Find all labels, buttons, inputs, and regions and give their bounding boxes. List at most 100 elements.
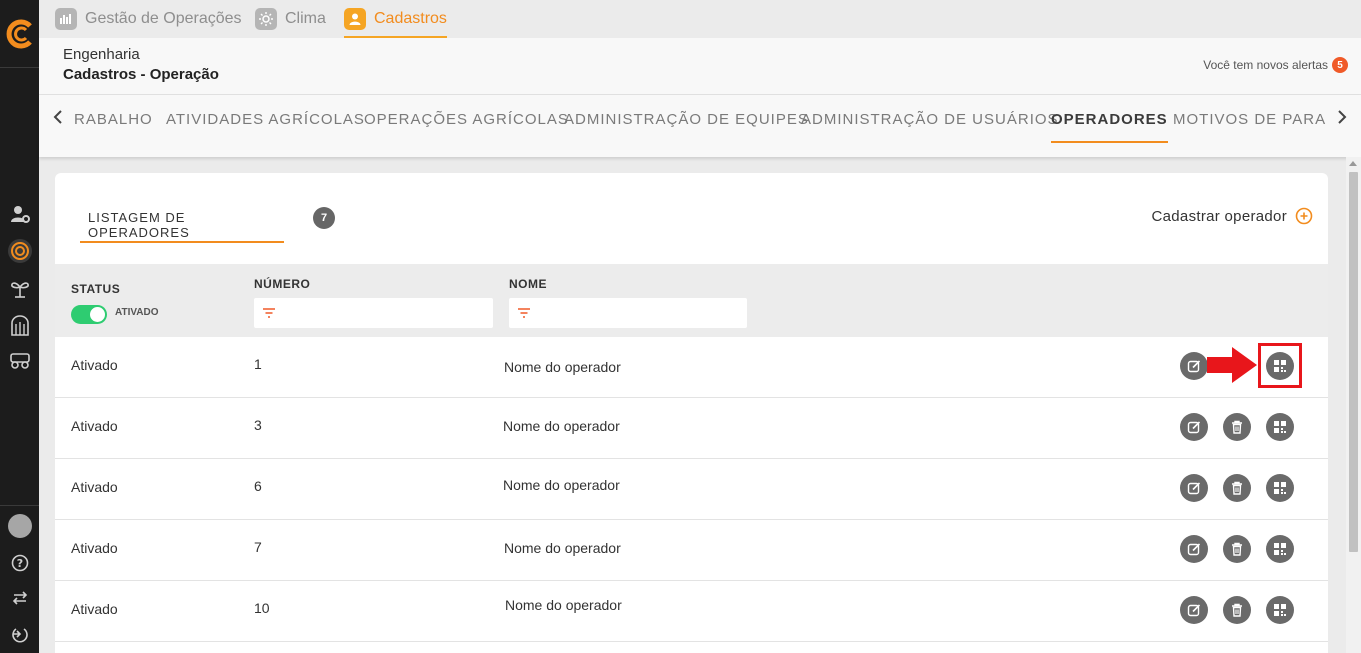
alerts-link[interactable]: Você tem novos alertas 5	[1203, 57, 1348, 73]
silo-icon[interactable]	[4, 310, 35, 340]
filter-icon	[518, 308, 530, 318]
table-row: Ativado 7 Nome do operador	[55, 520, 1328, 581]
alerts-text: Você tem novos alertas	[1203, 58, 1328, 72]
user-settings-icon[interactable]	[4, 199, 35, 229]
plus-circle-icon	[1295, 207, 1313, 225]
section-tabs: RABALHO ATIVIDADES AGRÍCOLAS OPERAÇÕES A…	[39, 95, 1361, 157]
row-nome: Nome do operador	[505, 597, 622, 613]
tab-operadores[interactable]: OPERADORES	[1051, 95, 1168, 143]
qr-code-icon	[1274, 604, 1286, 616]
qr-code-button[interactable]	[1266, 474, 1294, 502]
breadcrumb-parent[interactable]: Engenharia	[63, 46, 140, 63]
logout-icon[interactable]	[4, 619, 35, 649]
table-row: Ativado 3 Nome do operador	[55, 398, 1328, 459]
annotation-highlight-box	[1258, 343, 1302, 388]
row-nome: Nome do operador	[503, 418, 620, 434]
edit-button[interactable]	[1180, 474, 1208, 502]
left-rail: ?	[0, 0, 39, 653]
edit-icon	[1187, 421, 1201, 434]
tab-administracao-usuarios[interactable]: ADMINISTRAÇÃO DE USUÁRIOS	[801, 95, 1059, 143]
module-tab-cadastros[interactable]: Cadastros	[344, 0, 447, 38]
filter-icon	[263, 308, 275, 318]
edit-icon	[1187, 604, 1201, 617]
trash-icon	[1232, 542, 1242, 556]
row-status: Ativado	[71, 601, 118, 617]
row-numero: 1	[254, 356, 262, 372]
delete-button[interactable]	[1223, 474, 1251, 502]
trash-icon	[1232, 603, 1242, 617]
trash-icon	[1232, 420, 1242, 434]
tab-administracao-equipes[interactable]: ADMINISTRAÇÃO DE EQUIPES	[564, 95, 809, 143]
qr-code-icon	[1274, 543, 1286, 555]
row-status: Ativado	[71, 540, 118, 556]
alerts-badge: 5	[1332, 57, 1348, 73]
tab-operacoes-agricolas[interactable]: OPERAÇÕES AGRÍCOLAS	[364, 95, 569, 143]
delete-button[interactable]	[1223, 535, 1251, 563]
edit-button[interactable]	[1180, 352, 1208, 380]
table-row: Ativado 10 Nome do operador	[55, 581, 1328, 642]
add-operator-button[interactable]: Cadastrar operador	[1152, 207, 1313, 225]
sun-icon	[255, 8, 277, 30]
scrollbar-thumb[interactable]	[1349, 172, 1358, 552]
qr-code-button[interactable]	[1266, 413, 1294, 441]
scroll-up-arrow[interactable]	[1349, 161, 1357, 166]
row-numero: 6	[254, 478, 262, 494]
chevron-right-icon[interactable]	[1332, 107, 1352, 127]
svg-text:?: ?	[16, 557, 22, 570]
row-nome: Nome do operador	[503, 477, 620, 493]
edit-button[interactable]	[1180, 535, 1208, 563]
edit-button[interactable]	[1180, 413, 1208, 441]
nome-filter-input[interactable]	[509, 298, 747, 328]
delete-button[interactable]	[1223, 596, 1251, 624]
app-logo[interactable]	[0, 0, 39, 68]
column-header-status: STATUS	[71, 282, 121, 296]
row-numero: 10	[254, 600, 270, 616]
help-icon[interactable]: ?	[4, 548, 35, 578]
row-nome: Nome do operador	[504, 540, 621, 556]
avatar[interactable]	[4, 511, 35, 541]
plant-icon[interactable]	[4, 273, 35, 303]
user-icon	[344, 8, 366, 30]
row-numero: 3	[254, 417, 262, 433]
module-tab-label: Gestão de Operações	[85, 10, 242, 27]
edit-icon	[1187, 360, 1201, 373]
table-row: Ativado 6 Nome do operador	[55, 459, 1328, 520]
numero-filter-input[interactable]	[254, 298, 493, 328]
tractor-icon[interactable]	[4, 345, 35, 375]
edit-icon	[1187, 482, 1201, 495]
qr-code-icon	[1274, 482, 1286, 494]
module-tabs: Gestão de Operações Clima Cadastros	[39, 0, 1361, 38]
row-numero: 7	[254, 539, 262, 555]
target-icon[interactable]	[4, 236, 35, 266]
chevron-left-icon[interactable]	[48, 107, 68, 127]
table-row: Ativado 1 Nome do operador	[55, 337, 1328, 398]
tab-atividades-agricolas[interactable]: ATIVIDADES AGRÍCOLAS	[166, 95, 365, 143]
trash-icon	[1232, 481, 1242, 495]
annotation-arrow-icon	[1207, 347, 1257, 383]
tab-motivos-de-parada[interactable]: MOTIVOS DE PARADA	[1173, 95, 1327, 143]
tab-trabalho[interactable]: RABALHO	[74, 95, 153, 143]
qr-code-icon	[1274, 421, 1286, 433]
module-tab-gestao[interactable]: Gestão de Operações	[55, 0, 242, 38]
qr-code-button[interactable]	[1266, 596, 1294, 624]
operators-count-badge: 7	[313, 207, 335, 229]
status-toggle-label: ATIVADO	[115, 307, 159, 318]
column-header-nome: NOME	[509, 277, 547, 291]
chart-icon	[55, 8, 77, 30]
module-tab-label: Cadastros	[374, 10, 447, 27]
page-scrollbar[interactable]	[1346, 157, 1361, 653]
edit-button[interactable]	[1180, 596, 1208, 624]
add-operator-label: Cadastrar operador	[1151, 207, 1287, 225]
logo-icon	[6, 19, 32, 48]
module-tab-label: Clima	[285, 10, 326, 27]
table-header: STATUS ATIVADO NÚMERO NOME	[55, 264, 1328, 337]
tab-listagem-operadores[interactable]: LISTAGEM DE OPERADORES	[80, 201, 284, 243]
status-toggle[interactable]	[71, 305, 107, 324]
delete-button[interactable]	[1223, 413, 1251, 441]
module-tab-clima[interactable]: Clima	[255, 0, 326, 38]
column-header-numero: NÚMERO	[254, 277, 311, 291]
page-header: Engenharia Cadastros - Operação Você tem…	[39, 38, 1361, 95]
swap-icon[interactable]	[4, 583, 35, 613]
edit-icon	[1187, 543, 1201, 556]
qr-code-button[interactable]	[1266, 535, 1294, 563]
